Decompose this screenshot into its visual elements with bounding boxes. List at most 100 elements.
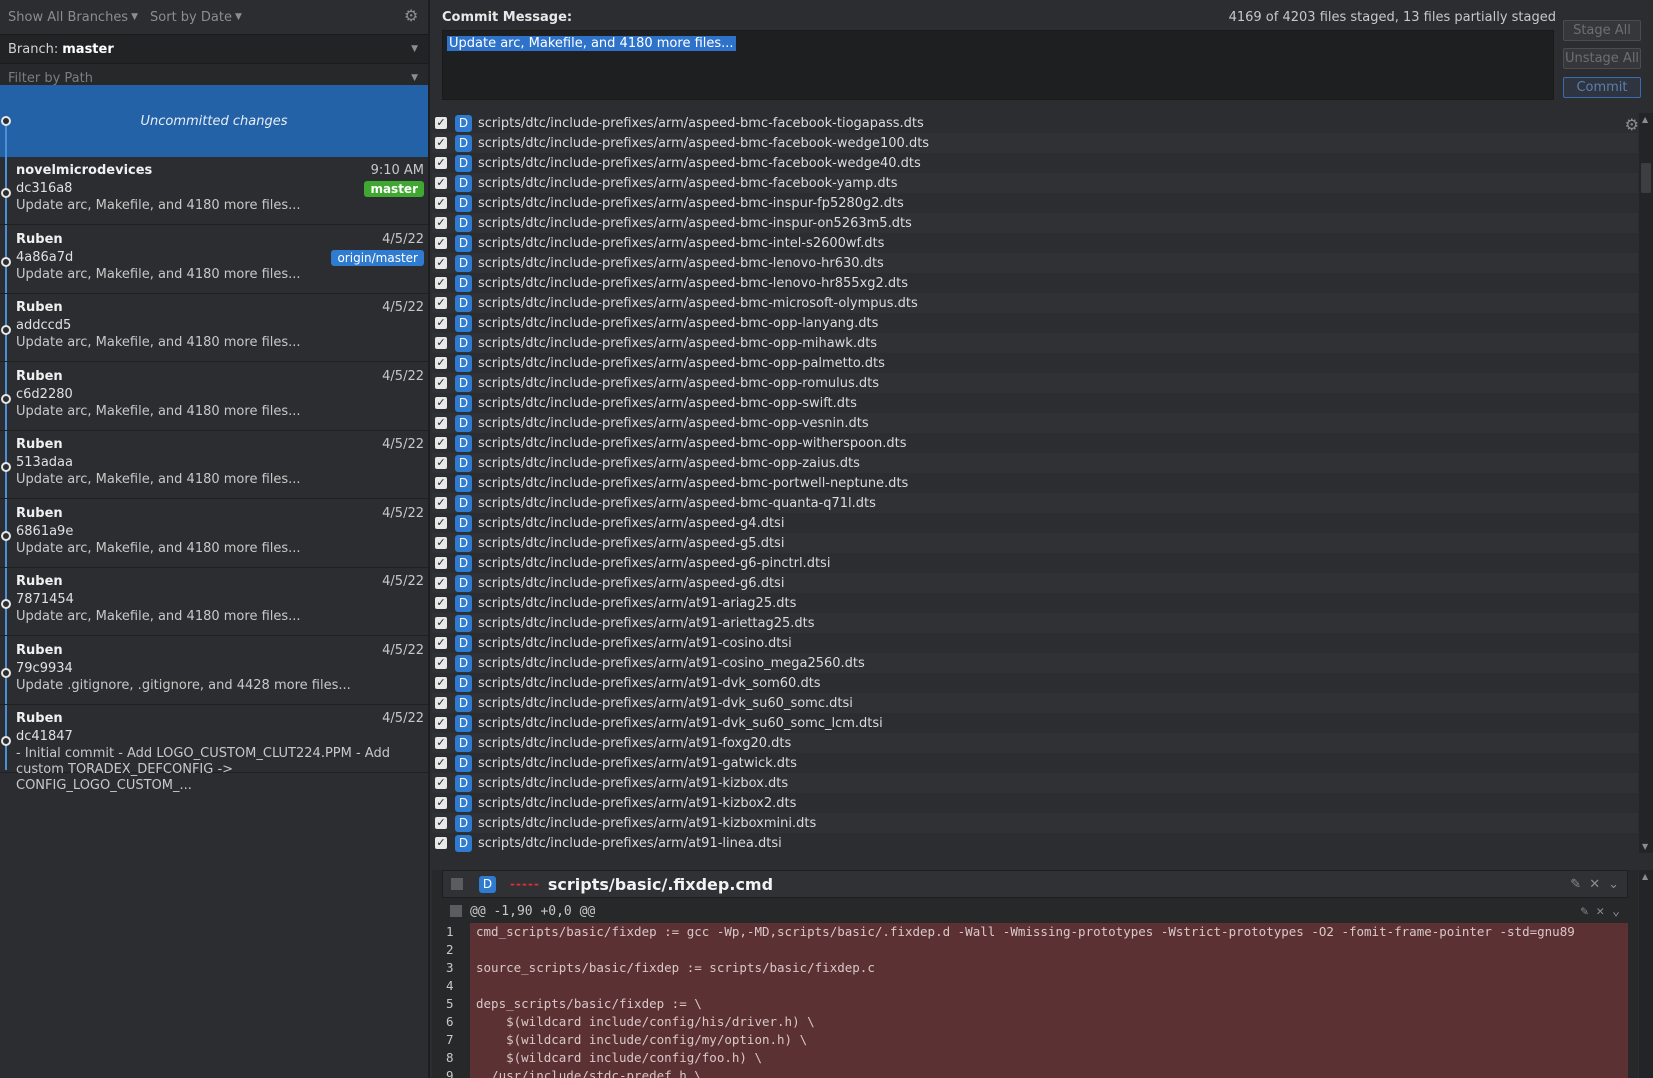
file-row[interactable]: ✓ Dscripts/dtc/include-prefixes/arm/aspee… — [432, 133, 1638, 153]
diff-scrollbar[interactable]: ▲ — [1639, 870, 1653, 1078]
file-row[interactable]: ✓ Dscripts/dtc/include-prefixes/arm/aspee… — [432, 473, 1638, 493]
chevron-down-icon[interactable]: ⌄ — [1608, 877, 1619, 892]
sort-dropdown[interactable]: Sort by Date ▼ — [150, 10, 242, 25]
edit-icon[interactable]: ✎ — [1570, 877, 1581, 892]
file-checkbox[interactable]: ✓ — [435, 377, 447, 389]
stage-hunk-checkbox[interactable] — [450, 905, 462, 917]
file-checkbox[interactable]: ✓ — [435, 797, 447, 809]
file-checkbox[interactable]: ✓ — [435, 497, 447, 509]
commit-row[interactable]: Ruben 4/5/22 513adaa Update arc, Makefil… — [0, 431, 428, 499]
file-row[interactable]: ✓ Dscripts/dtc/include-prefixes/arm/at91-… — [432, 653, 1638, 673]
file-checkbox[interactable]: ✓ — [435, 257, 447, 269]
file-checkbox[interactable]: ✓ — [435, 697, 447, 709]
file-checkbox[interactable]: ✓ — [435, 237, 447, 249]
file-row[interactable]: ✓ Dscripts/dtc/include-prefixes/arm/aspee… — [432, 373, 1638, 393]
file-checkbox[interactable]: ✓ — [435, 457, 447, 469]
file-row[interactable]: ✓ Dscripts/dtc/include-prefixes/arm/at91-… — [432, 593, 1638, 613]
file-row[interactable]: ✓ Dscripts/dtc/include-prefixes/arm/aspee… — [432, 573, 1638, 593]
scroll-down-icon[interactable]: ▼ — [1642, 842, 1648, 851]
file-row[interactable]: ✓ Dscripts/dtc/include-prefixes/arm/aspee… — [432, 493, 1638, 513]
file-row[interactable]: ✓ Dscripts/dtc/include-prefixes/arm/at91-… — [432, 833, 1638, 853]
file-row[interactable]: ✓ Dscripts/dtc/include-prefixes/arm/aspee… — [432, 513, 1638, 533]
file-row[interactable]: ✓ Dscripts/dtc/include-prefixes/arm/at91-… — [432, 753, 1638, 773]
file-checkbox[interactable]: ✓ — [435, 157, 447, 169]
file-checkbox[interactable]: ✓ — [435, 477, 447, 489]
file-row[interactable]: ✓ Dscripts/dtc/include-prefixes/arm/aspee… — [432, 173, 1638, 193]
file-row[interactable]: ✓ Dscripts/dtc/include-prefixes/arm/at91-… — [432, 693, 1638, 713]
commit-row[interactable]: Ruben 4/5/22 6861a9e Update arc, Makefil… — [0, 500, 428, 568]
stage-file-checkbox[interactable] — [451, 878, 463, 890]
file-row[interactable]: ✓ Dscripts/dtc/include-prefixes/arm/at91-… — [432, 793, 1638, 813]
file-checkbox[interactable]: ✓ — [435, 817, 447, 829]
close-icon[interactable]: ✕ — [1589, 877, 1600, 892]
file-checkbox[interactable]: ✓ — [435, 217, 447, 229]
file-checkbox[interactable]: ✓ — [435, 197, 447, 209]
file-row[interactable]: ✓ Dscripts/dtc/include-prefixes/arm/aspee… — [432, 233, 1638, 253]
file-checkbox[interactable]: ✓ — [435, 757, 447, 769]
file-checkbox[interactable]: ✓ — [435, 717, 447, 729]
file-row[interactable]: ✓ Dscripts/dtc/include-prefixes/arm/aspee… — [432, 153, 1638, 173]
file-checkbox[interactable]: ✓ — [435, 537, 447, 549]
file-row[interactable]: ✓ Dscripts/dtc/include-prefixes/arm/aspee… — [432, 433, 1638, 453]
file-checkbox[interactable]: ✓ — [435, 677, 447, 689]
close-icon[interactable]: ✕ — [1596, 904, 1604, 919]
commit-row[interactable]: Ruben 4/5/22 79c9934 Update .gitignore, … — [0, 637, 428, 705]
file-checkbox[interactable]: ✓ — [435, 337, 447, 349]
file-checkbox[interactable]: ✓ — [435, 737, 447, 749]
file-row[interactable]: ✓ Dscripts/dtc/include-prefixes/arm/at91-… — [432, 713, 1638, 733]
file-list-scrollbar[interactable]: ▲ ▼ — [1639, 113, 1653, 853]
stage-all-button[interactable]: Stage All — [1563, 20, 1641, 41]
commit-row[interactable]: novelmicrodevices 9:10 AM dc316a8 Update… — [0, 157, 428, 225]
file-checkbox[interactable]: ✓ — [435, 317, 447, 329]
file-row[interactable]: ✓ Dscripts/dtc/include-prefixes/arm/aspee… — [432, 393, 1638, 413]
scroll-up-icon[interactable]: ▲ — [1642, 872, 1648, 881]
file-checkbox[interactable]: ✓ — [435, 617, 447, 629]
commit-message-input[interactable]: Update arc, Makefile, and 4180 more file… — [442, 30, 1554, 100]
unstage-all-button[interactable]: Unstage All — [1563, 48, 1641, 69]
file-row[interactable]: ✓ Dscripts/dtc/include-prefixes/arm/aspee… — [432, 313, 1638, 333]
file-checkbox[interactable]: ✓ — [435, 557, 447, 569]
file-checkbox[interactable]: ✓ — [435, 517, 447, 529]
chevron-down-icon[interactable]: ⌄ — [1612, 904, 1620, 919]
file-row[interactable]: ✓ Dscripts/dtc/include-prefixes/arm/at91-… — [432, 613, 1638, 633]
gear-icon[interactable]: ⚙ — [404, 8, 420, 24]
file-checkbox[interactable]: ✓ — [435, 277, 447, 289]
file-checkbox[interactable]: ✓ — [435, 837, 447, 849]
commit-row[interactable]: Ruben 4/5/22 4a86a7d Update arc, Makefil… — [0, 226, 428, 294]
file-row[interactable]: ✓ Dscripts/dtc/include-prefixes/arm/at91-… — [432, 733, 1638, 753]
file-checkbox[interactable]: ✓ — [435, 177, 447, 189]
commit-row[interactable]: Ruben 4/5/22 7871454 Update arc, Makefil… — [0, 568, 428, 636]
file-checkbox[interactable]: ✓ — [435, 637, 447, 649]
file-checkbox[interactable]: ✓ — [435, 437, 447, 449]
file-checkbox[interactable]: ✓ — [435, 597, 447, 609]
file-row[interactable]: ✓ Dscripts/dtc/include-prefixes/arm/at91-… — [432, 673, 1638, 693]
commit-row[interactable]: Ruben 4/5/22 c6d2280 Update arc, Makefil… — [0, 363, 428, 431]
file-row[interactable]: ✓ Dscripts/dtc/include-prefixes/arm/at91-… — [432, 813, 1638, 833]
file-row[interactable]: ✓ Dscripts/dtc/include-prefixes/arm/aspee… — [432, 353, 1638, 373]
file-row[interactable]: ✓ Dscripts/dtc/include-prefixes/arm/aspee… — [432, 213, 1638, 233]
file-row[interactable]: ✓ Dscripts/dtc/include-prefixes/arm/aspee… — [432, 413, 1638, 433]
file-checkbox[interactable]: ✓ — [435, 657, 447, 669]
commit-row[interactable]: Ruben 4/5/22 dc41847 - Initial commit - … — [0, 705, 428, 793]
file-row[interactable]: ✓ Dscripts/dtc/include-prefixes/arm/aspee… — [432, 273, 1638, 293]
branch-selector[interactable]: Branch: master ▼ — [0, 34, 428, 64]
file-row[interactable]: ✓ Dscripts/dtc/include-prefixes/arm/aspee… — [432, 453, 1638, 473]
file-checkbox[interactable]: ✓ — [435, 297, 447, 309]
gear-icon[interactable]: ⚙ — [1625, 115, 1639, 134]
scroll-up-icon[interactable]: ▲ — [1642, 115, 1648, 124]
file-checkbox[interactable]: ✓ — [435, 357, 447, 369]
branches-dropdown[interactable]: Show All Branches ▼ — [8, 10, 138, 25]
file-checkbox[interactable]: ✓ — [435, 397, 447, 409]
commit-button[interactable]: Commit — [1563, 77, 1641, 98]
file-row[interactable]: ✓ Dscripts/dtc/include-prefixes/arm/at91-… — [432, 633, 1638, 653]
file-row[interactable]: ✓ Dscripts/dtc/include-prefixes/arm/aspee… — [432, 193, 1638, 213]
file-row[interactable]: ✓ Dscripts/dtc/include-prefixes/arm/aspee… — [432, 293, 1638, 313]
file-row[interactable]: ✓ Dscripts/dtc/include-prefixes/arm/aspee… — [432, 553, 1638, 573]
file-checkbox[interactable]: ✓ — [435, 577, 447, 589]
file-row[interactable]: ✓ Dscripts/dtc/include-prefixes/arm/at91-… — [432, 773, 1638, 793]
file-checkbox[interactable]: ✓ — [435, 117, 447, 129]
file-row[interactable]: ✓ Dscripts/dtc/include-prefixes/arm/aspee… — [432, 333, 1638, 353]
file-checkbox[interactable]: ✓ — [435, 777, 447, 789]
file-row[interactable]: ✓ Dscripts/dtc/include-prefixes/arm/aspee… — [432, 253, 1638, 273]
file-checkbox[interactable]: ✓ — [435, 417, 447, 429]
